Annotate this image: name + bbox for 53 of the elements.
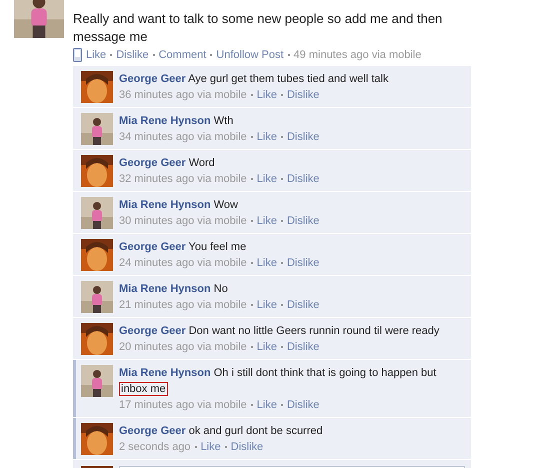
comment-text: Mia Rene Hynson Wth: [119, 114, 234, 129]
action-link[interactable]: Like: [256, 87, 277, 103]
author-link[interactable]: Mia Rene Hynson: [119, 199, 211, 211]
action-link[interactable]: Unfollow Post: [216, 47, 284, 63]
phone-icon: [73, 48, 82, 62]
comment-time: 2 seconds ago: [119, 440, 191, 455]
author-link[interactable]: Mia Rene Hynson: [119, 115, 211, 127]
marked-text: inbox me: [119, 382, 168, 396]
action-link[interactable]: Like: [256, 171, 277, 187]
action-link[interactable]: Dislike: [116, 47, 149, 63]
author-link[interactable]: George Geer: [119, 425, 186, 437]
action-link[interactable]: Dislike: [286, 397, 320, 413]
author-link[interactable]: George Geer: [119, 325, 186, 337]
comment-time: 36 minutes ago via mobile: [119, 88, 247, 103]
comment-time: 21 minutes ago via mobile: [119, 298, 247, 313]
action-link[interactable]: Dislike: [286, 255, 320, 271]
action-link[interactable]: Dislike: [286, 87, 320, 103]
post-text: Really and want to talk to some new people so add me and then message me: [73, 10, 444, 46]
action-link[interactable]: Dislike: [286, 213, 320, 229]
author-link[interactable]: George Geer: [119, 73, 186, 85]
action-link[interactable]: Comment: [158, 47, 206, 63]
action-link[interactable]: Like: [256, 297, 277, 313]
comment-text: George Geer You feel me: [119, 240, 248, 255]
action-link[interactable]: Like: [200, 439, 221, 455]
action-link[interactable]: Dislike: [286, 297, 320, 313]
action-link[interactable]: Dislike: [286, 171, 320, 187]
action-link[interactable]: Like: [256, 397, 277, 413]
comment-time: 17 minutes ago via mobile: [119, 398, 247, 413]
comment-text: Mia Rene Hynson Wow: [119, 198, 239, 213]
comment-text: Mia Rene Hynson No: [119, 282, 229, 297]
action-link[interactable]: Like: [256, 255, 277, 271]
comment-time: 24 minutes ago via mobile: [119, 256, 247, 271]
action-link[interactable]: Dislike: [286, 339, 320, 355]
author-link[interactable]: Mia Rene Hynson: [119, 283, 211, 295]
author-link[interactable]: Mia Rene Hynson: [119, 367, 211, 379]
action-link[interactable]: Like: [86, 47, 106, 63]
action-link[interactable]: Like: [256, 129, 277, 145]
comment-text: George Geer Don want no little Geers runnin round til were ready: [119, 324, 440, 339]
action-link[interactable]: Dislike: [286, 129, 320, 145]
comment-text: Mia Rene Hynson Oh i still dont think that is going to happen but inbox me: [119, 366, 436, 397]
author-link[interactable]: George Geer: [119, 157, 186, 169]
comment-time: 20 minutes ago via mobile: [119, 340, 247, 355]
action-link[interactable]: Like: [256, 339, 277, 355]
comment-time: 32 minutes ago via mobile: [119, 172, 247, 187]
comment-text: George Geer ok and gurl dont be scurred: [119, 424, 323, 439]
action-link[interactable]: Like: [256, 213, 277, 229]
author-link[interactable]: George Geer: [119, 241, 186, 253]
post-time: 49 minutes ago via mobile: [294, 48, 422, 63]
action-link[interactable]: Dislike: [230, 439, 264, 455]
comment-time: 30 minutes ago via mobile: [119, 214, 247, 229]
comment-time: 34 minutes ago via mobile: [119, 130, 247, 145]
comment-text: George Geer Word: [119, 156, 216, 171]
comment-text: George Geer Aye gurl get them tubes tied and well talk: [119, 72, 388, 87]
